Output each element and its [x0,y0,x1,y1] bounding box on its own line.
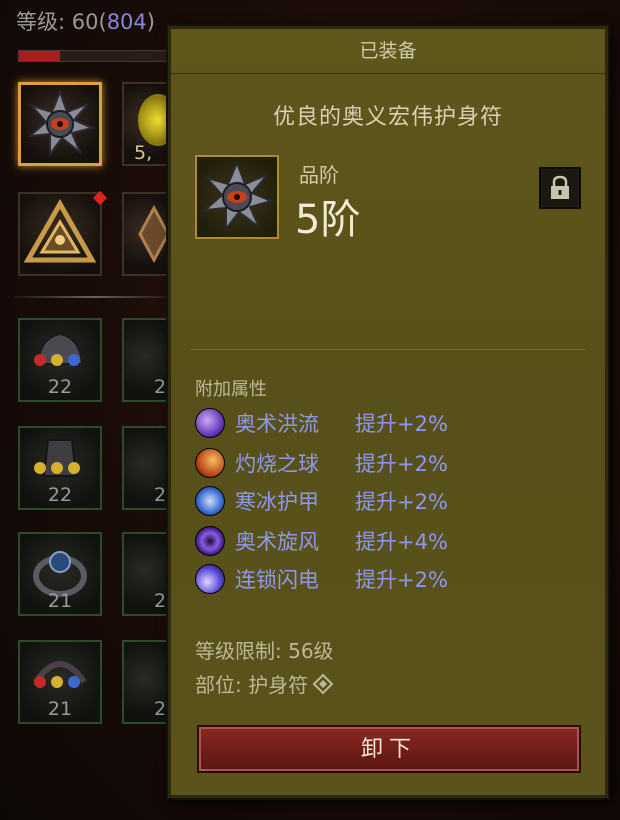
gem-count: 21 [47,698,73,720]
gem-slot-partial-3[interactable]: 2 [122,532,168,616]
meteor-icon [195,448,225,478]
arcane-torrent-icon [195,408,225,438]
lock-button[interactable] [539,167,581,209]
paragon-close: ) [146,10,155,34]
item-name: 优良的奥义宏伟护身符 [272,105,503,130]
gem-count-partial: 2 [154,484,167,506]
attributes-title: 附加属性 [195,379,267,400]
paragon-open: ( [98,10,107,34]
xp-bar-fill [19,51,60,61]
gem-slot-partial-4[interactable]: 2 [122,640,168,724]
attribute-skill: 奥术洪流 [235,412,319,436]
attribute-bonus: 提升+2% [355,412,448,436]
gem-slot-3[interactable]: 21 [18,532,102,616]
unequip-button[interactable]: 卸下 [197,725,581,773]
ring-slot-partial[interactable]: 5, [122,82,178,166]
gem-sockets [34,676,80,688]
level-label: 等级: 60 [16,10,99,34]
equip-slot-text: 部位: 护身符 [195,673,309,697]
slot-count: 5, [134,142,153,164]
xp-bar [18,50,170,62]
attribute-row: 寒冰护甲 提升+2% [195,485,448,517]
gem-count: 21 [47,590,73,612]
amulet-slot[interactable] [18,82,102,166]
gem-slot-1[interactable]: 22 [18,318,102,402]
grade-value: 5阶 [295,197,361,243]
gem-slot-partial-2[interactable]: 2 [122,426,168,510]
gem-count: 22 [47,484,73,506]
gem-count: 22 [47,376,73,398]
paragon-level: 804 [106,10,147,34]
gem-count-partial: 2 [154,376,167,398]
gem-count-partial: 2 [154,698,167,720]
gem-slot-partial-1[interactable]: 2 [122,318,168,402]
attribute-bonus: 提升+2% [355,568,448,592]
grade-label: 品阶 [299,163,339,187]
amulet-icon [202,160,275,232]
attribute-bonus: 提升+2% [355,452,448,476]
tooltip-header: 已装备 [171,29,605,74]
character-level: 等级: 60(804) [16,6,155,36]
frost-armor-icon [195,486,225,516]
attribute-row: 奥术洪流 提升+2% [195,407,448,439]
attribute-bonus: 提升+4% [355,530,448,554]
equip-slot-row: 部位: 护身符 [195,669,334,698]
attribute-skill: 奥术旋风 [235,530,319,554]
attribute-row: 连锁闪电 提升+2% [195,563,448,595]
tooltip-divider [191,349,585,350]
attribute-skill: 寒冰护甲 [235,490,319,514]
attribute-row: 灼烧之球 提升+2% [195,447,448,479]
gem-slot-2[interactable]: 22 [18,426,102,510]
gem-slot-4[interactable]: 21 [18,640,102,724]
attribute-row: 奥术旋风 提升+4% [195,525,448,557]
gem-sockets [34,354,80,366]
lock-icon [551,175,569,199]
item-tooltip: 已装备 优良的奥义宏伟护身符 品阶 5阶 附加属性 奥术洪流 提升+2% 灼烧之… [168,26,608,798]
attribute-skill: 灼烧之球 [235,452,319,476]
attribute-skill: 连锁闪电 [235,568,319,592]
amulet-icon [26,89,96,157]
diamond-icon [312,673,334,694]
inventory-divider [14,296,174,298]
chain-lightning-icon [195,564,225,594]
level-requirement: 等级限制: 56级 [195,639,334,663]
attribute-bonus: 提升+2% [355,490,448,514]
triangle-rune-icon [23,198,97,263]
rune-slot[interactable] [18,192,102,276]
gem-sockets [34,462,80,474]
item-icon-frame [195,155,279,239]
rune-slot-partial[interactable] [122,192,170,276]
rune-icon [138,204,170,264]
gem-count-partial: 2 [154,590,167,612]
arcane-vortex-icon [195,526,225,556]
